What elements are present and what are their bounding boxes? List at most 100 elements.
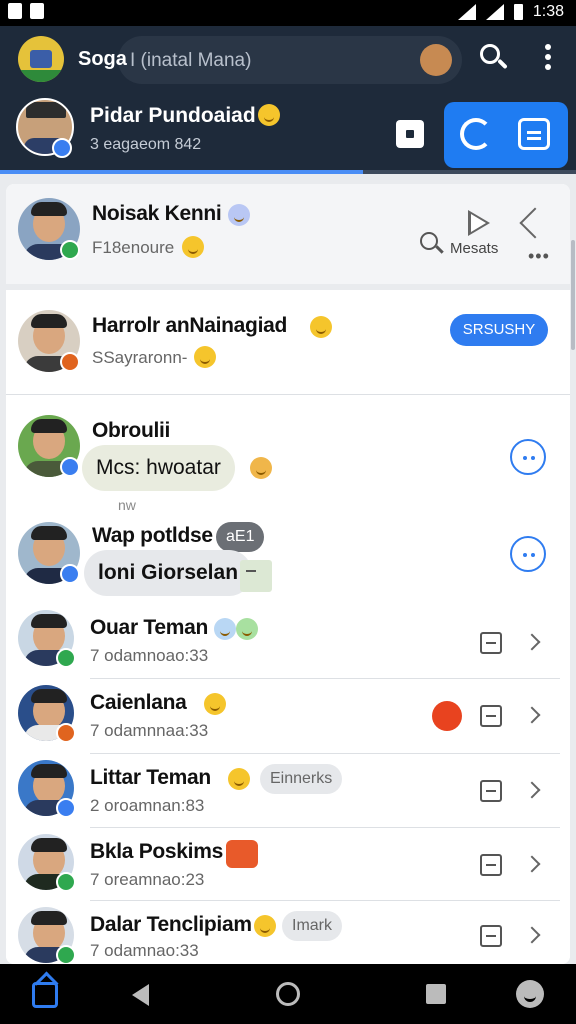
chat-row[interactable]: Wap potldse aE1 loni Giorselan [6,514,570,604]
smile-emoji-icon [258,104,280,126]
edit-profile-icon[interactable] [396,120,424,148]
contact-subtitle: 7 odamnnaa:33 [90,721,209,740]
contact-subtitle: F18enoure [92,238,175,257]
message-bubble[interactable]: Mcs: hwoatar [82,445,235,491]
search-icon[interactable] [420,232,444,256]
label-chip: Einnerks [260,764,343,794]
share-icon[interactable] [519,207,551,239]
scrollbar[interactable] [571,240,575,350]
profile-face-icon[interactable] [516,980,544,1008]
smile-emoji-icon [194,346,216,368]
contact-subtitle: 7 oreamnao:23 [90,870,205,889]
search-placeholder: I (inatal Mana) [130,50,252,71]
app-header: I (inatal Mana) Soga Pidar Pundoaiad 3 e… [0,26,576,174]
contact-name: Obroulii [92,419,171,442]
reply-button[interactable] [510,439,546,475]
chat-row[interactable]: Harrolr anNainagiad SSayraronn- SRSUSHY [6,290,570,394]
tag-chip: aE1 [216,522,265,552]
grin-emoji-icon [228,768,250,790]
compose-icon[interactable] [518,118,550,150]
app-logo[interactable] [18,36,64,82]
contact-name: Harrolr anNainagiad [92,314,288,337]
chat-row[interactable]: Littar Teman Einnerks 2 oroamnan:83 [6,754,570,828]
messages-label[interactable]: Mesats [450,240,498,257]
system-indicators: 1:38 [457,3,564,21]
recents-icon[interactable] [426,984,446,1004]
chat-row[interactable]: Noisak Kenni F18enoure Mesats ••• [6,184,570,284]
chat-row[interactable]: Dalar Tenclipiam Imark 7 odamnao:33 [6,901,570,964]
contact-subtitle: SSayraronn- [92,348,188,367]
chat-row[interactable]: Caienlana 7 odamnnaa:33 [6,679,570,753]
chevron-right-icon[interactable] [523,781,541,799]
contact-subtitle: 2 oroamnan:83 [90,796,205,815]
message-note: nw [118,497,136,513]
message-bubble[interactable]: loni Giorselan [84,550,253,596]
chat-row[interactable]: Bkla Poskims 7 oreamnao:23 [6,828,570,900]
contact-name: Ouar Teman [90,616,208,639]
back-icon[interactable] [132,984,149,1006]
home-icon[interactable] [32,982,58,1008]
smile-emoji-icon [204,693,226,715]
status-pill-button[interactable]: SRSUSHY [450,314,548,346]
emoji-icon [236,618,258,640]
navigation-bar [0,964,576,1024]
more-options-icon[interactable] [540,44,556,74]
profile-subtitle: 3 eagaeom 842 [90,136,202,153]
chat-list: Noisak Kenni F18enoure Mesats ••• Harrol… [6,184,570,964]
contact-name: Noisak Kenni [92,202,222,225]
contact-subtitle: 7 odamnoao:33 [90,646,209,665]
profile-status-badge [52,138,72,158]
contact-name: Littar Teman [90,766,211,789]
chevron-right-icon[interactable] [523,706,541,724]
bookmark-icon[interactable] [480,925,502,947]
chat-row[interactable]: Obroulii Mcs: hwoatar nw [6,395,570,513]
unread-badge-icon[interactable] [432,701,462,731]
refresh-icon[interactable] [460,118,492,150]
search-avatar [420,44,452,76]
laugh-emoji-icon [182,236,204,258]
away-badge [60,352,80,372]
loading-progress [0,170,576,174]
verified-badge [60,564,80,584]
sticker-icon [240,560,272,592]
contact-name: Caienlana [90,691,187,714]
more-icon[interactable]: ••• [528,246,550,267]
chevron-right-icon[interactable] [523,926,541,944]
notification-icons [8,3,44,19]
label-chip: Imark [282,911,342,941]
search-bar[interactable]: I (inatal Mana) [118,36,462,84]
online-badge [56,648,76,668]
profile-name: Pidar Pundoaiad [90,104,256,127]
mute-icon[interactable] [480,632,502,654]
reply-button[interactable] [510,536,546,572]
play-icon[interactable] [468,210,490,236]
home-button-icon[interactable] [276,982,300,1006]
chevron-right-icon[interactable] [523,633,541,651]
party-emoji-icon [250,457,272,479]
status-bar: 1:38 [0,0,576,26]
logo-figure [30,50,52,68]
emoji-icon [228,204,250,226]
mute-icon[interactable] [480,854,502,876]
heart-emoji-icon [310,316,332,338]
smile-emoji-icon [254,915,276,937]
sticker-icon [226,840,258,868]
chevron-right-icon[interactable] [523,855,541,873]
bookmark-icon[interactable] [480,705,502,727]
contact-name: Wap potldse [92,524,213,547]
online-badge [60,240,80,260]
wifi-icon [457,4,476,20]
clock: 1:38 [532,3,564,20]
app-title: Soga [78,48,127,70]
search-icon[interactable] [478,42,510,74]
bookmark-icon[interactable] [480,780,502,802]
notification-icon [30,3,44,19]
online-badge [56,945,76,964]
notification-icon [8,3,22,19]
signal-icon [485,4,504,20]
chat-row[interactable]: Ouar Teman 7 odamnoao:33 [6,604,570,678]
battery-icon [513,4,523,20]
profile-actions-panel [444,102,568,168]
verified-badge [56,798,76,818]
contact-subtitle: 7 odamnao:33 [90,941,199,960]
